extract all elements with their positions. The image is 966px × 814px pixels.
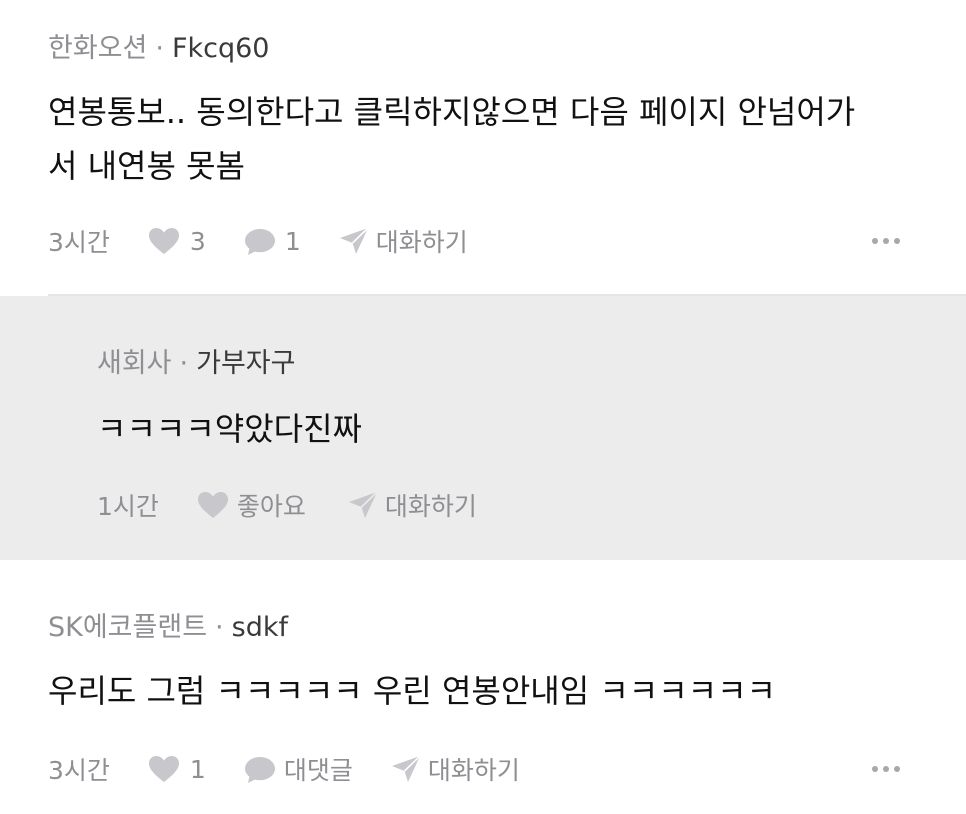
heart-icon bbox=[148, 228, 179, 254]
more-dots-icon bbox=[872, 238, 878, 244]
speech-bubble-icon bbox=[244, 228, 275, 255]
comment-body: 연봉통보.. 동의한다고 클릭하지않으면 다음 페이지 안넘어가 서 내연봉 못… bbox=[48, 85, 855, 193]
chat-label: 대화하기 bbox=[384, 492, 477, 521]
comment-author: 한화오션 · Fkcq60 bbox=[48, 31, 269, 67]
like-label: 좋아요 bbox=[236, 492, 306, 521]
like-button[interactable]: 좋아요 bbox=[197, 487, 306, 523]
author-nickname[interactable]: 가부자구 bbox=[196, 348, 295, 379]
comment-time: 3시간 bbox=[48, 228, 110, 257]
author-company: 한화오션 bbox=[48, 33, 148, 64]
reply-count: 1 bbox=[284, 226, 301, 256]
heart-icon bbox=[197, 492, 228, 518]
author-separator: · bbox=[179, 348, 189, 379]
comment-actions: 3시간 1 대댓글 대화하기 bbox=[48, 751, 966, 787]
like-count: 1 bbox=[189, 754, 206, 784]
comment-body-line: 연봉통보.. 동의한다고 클릭하지않으면 다음 페이지 안넘어가 bbox=[48, 93, 856, 131]
like-button[interactable]: 1 bbox=[148, 755, 206, 784]
author-nickname[interactable]: sdkf bbox=[232, 612, 288, 643]
paper-plane-icon bbox=[391, 755, 421, 782]
chat-button[interactable]: 대화하기 bbox=[348, 487, 477, 523]
comment-body-line: 서 내연봉 못봄 bbox=[48, 147, 245, 185]
chat-button[interactable]: 대화하기 bbox=[339, 223, 468, 259]
like-button[interactable]: 3 bbox=[148, 227, 206, 256]
chat-button[interactable]: 대화하기 bbox=[391, 751, 520, 787]
reply-label: 대댓글 bbox=[283, 756, 353, 785]
comment-time: 3시간 bbox=[48, 756, 110, 785]
reply-button[interactable]: 대댓글 bbox=[244, 751, 353, 787]
comment-item: 한화오션 · Fkcq60 연봉통보.. 동의한다고 클릭하지않으면 다음 페이지 … bbox=[0, 0, 966, 296]
comment-body: ㅋㅋㅋㅋ약았다진짜 bbox=[97, 410, 362, 448]
author-company: 새회사 bbox=[97, 348, 172, 379]
comment-actions: 3시간 3 1 대화하기 bbox=[48, 223, 966, 259]
paper-plane-icon bbox=[339, 227, 369, 254]
like-count: 3 bbox=[189, 226, 206, 256]
comment-actions: 1시간 좋아요 대화하기 bbox=[97, 487, 966, 523]
chat-label: 대화하기 bbox=[427, 756, 520, 785]
comment-body: 우리도 그럼 ㅋㅋㅋㅋㅋ 우린 연봉안내임 ㅋㅋㅋㅋㅋㅋ bbox=[48, 672, 776, 710]
reply-item: 새회사 · 가부자구 ㅋㅋㅋㅋ약았다진짜 1시간 좋아요 대화하기 bbox=[0, 296, 966, 560]
more-options-button[interactable] bbox=[872, 766, 900, 772]
comment-author: SK에코플랜트 · sdkf bbox=[48, 610, 288, 646]
more-options-button[interactable] bbox=[872, 238, 900, 244]
reply-button[interactable]: 1 bbox=[244, 227, 301, 256]
comment-item: SK에코플랜트 · sdkf 우리도 그럼 ㅋㅋㅋㅋㅋ 우린 연봉안내임 ㅋㅋㅋㅋㅋ… bbox=[0, 560, 966, 814]
author-separator: · bbox=[215, 612, 224, 643]
comment-author: 새회사 · 가부자구 bbox=[97, 346, 296, 382]
author-company: SK에코플랜트 bbox=[48, 612, 208, 643]
author-nickname[interactable]: Fkcq60 bbox=[172, 33, 270, 64]
comment-time: 1시간 bbox=[97, 492, 159, 521]
chat-label: 대화하기 bbox=[375, 228, 468, 257]
more-dots-icon bbox=[872, 766, 878, 772]
author-separator: · bbox=[155, 33, 164, 64]
speech-bubble-icon bbox=[244, 756, 275, 783]
paper-plane-icon bbox=[348, 491, 378, 518]
heart-icon bbox=[148, 756, 179, 782]
